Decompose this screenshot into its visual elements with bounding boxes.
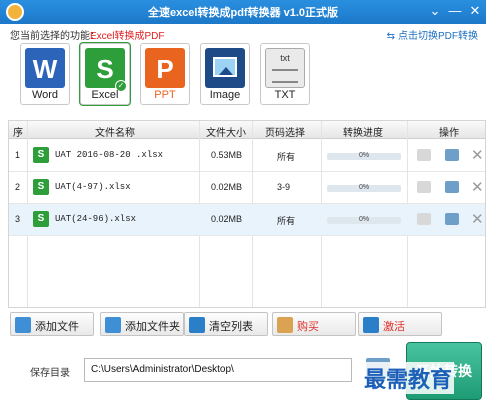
- window-title: 全速excel转换成pdf转换器 v1.0正式版: [147, 7, 339, 19]
- save-directory-field[interactable]: C:\Users\Administrator\Desktop\: [84, 358, 352, 382]
- delete-icon[interactable]: ✕: [471, 210, 485, 228]
- watermark-text: 最需教育: [362, 362, 455, 394]
- activate-arrow-icon: [363, 317, 379, 333]
- file-size: 0.02MB: [211, 182, 243, 192]
- file-name: UAT 2016-08-20 .xlsx: [55, 150, 164, 160]
- buy-button[interactable]: 购买: [272, 312, 356, 336]
- ppt-icon: P: [145, 48, 185, 88]
- excel-file-icon: S: [33, 179, 49, 195]
- format-label: Excel: [91, 89, 119, 101]
- activate-button[interactable]: 激活: [358, 312, 442, 336]
- progress-bar: 0%: [327, 216, 401, 224]
- row-index: 3: [15, 214, 21, 224]
- file-name: UAT(4-97).xlsx: [55, 182, 131, 192]
- word-icon: W: [25, 48, 65, 88]
- format-excel-button[interactable]: S ✓ Excel: [80, 43, 130, 105]
- printer-icon[interactable]: [417, 149, 431, 161]
- swap-arrows-icon: ⇆: [386, 31, 395, 42]
- column-header-pages: 页码选择: [265, 128, 305, 139]
- trash-bin-icon: [189, 317, 205, 333]
- file-size: 0.53MB: [211, 150, 243, 160]
- format-image-button[interactable]: Image: [200, 43, 250, 105]
- progress-text: 0%: [358, 216, 370, 223]
- page-range-field[interactable]: 3-9: [277, 182, 290, 192]
- excel-file-icon: S: [33, 211, 49, 227]
- close-button[interactable]: ✕: [466, 2, 484, 20]
- file-table: 序 文件名称 文件大小 页码选择 转换进度 操作 1 S UAT 2016-08-2…: [8, 120, 486, 308]
- format-txt-button[interactable]: txt TXT: [260, 43, 310, 105]
- title-bar: 全速excel转换成pdf转换器 v1.0正式版 ⌄ — ✕: [0, 0, 486, 24]
- image-icon: [205, 48, 245, 88]
- progress-text: 0%: [358, 184, 370, 191]
- mode-label: 您当前选择的功能：: [10, 31, 100, 42]
- table-row[interactable]: 2 S UAT(4-97).xlsx 0.02MB 3-9 0% ✕: [9, 172, 485, 204]
- menu-dropdown-icon[interactable]: ⌄: [426, 2, 444, 20]
- mode-value: Excel转换成PDF: [90, 31, 165, 42]
- column-header-progress: 转换进度: [343, 128, 383, 139]
- row-index: 1: [15, 150, 21, 160]
- delete-icon[interactable]: ✕: [471, 146, 485, 164]
- add-file-icon: [15, 317, 31, 333]
- minimize-button[interactable]: —: [446, 2, 464, 20]
- progress-bar: 0%: [327, 152, 401, 160]
- shopping-bag-icon: [277, 317, 293, 333]
- table-row[interactable]: 1 S UAT 2016-08-20 .xlsx 0.53MB 所有 0% ✕: [9, 140, 485, 172]
- format-word-button[interactable]: W Word: [20, 43, 70, 105]
- format-selector: W Word S ✓ Excel P PPT Image txt TXT: [20, 43, 320, 111]
- open-folder-icon[interactable]: [445, 213, 459, 225]
- progress-text: 0%: [358, 152, 370, 159]
- txt-icon: txt: [265, 48, 305, 88]
- page-range-field[interactable]: 所有: [277, 150, 295, 163]
- format-label: PPT: [154, 89, 176, 101]
- add-file-button[interactable]: 添加文件: [10, 312, 94, 336]
- column-header-index: 序: [13, 128, 23, 139]
- printer-icon[interactable]: [417, 181, 431, 193]
- file-name: UAT(24-96).xlsx: [55, 214, 137, 224]
- table-header: 序 文件名称 文件大小 页码选择 转换进度 操作: [9, 121, 485, 139]
- format-ppt-button[interactable]: P PPT: [140, 43, 190, 105]
- action-bar: 添加文件 添加文件夹 清空列表 购买 激活: [10, 312, 486, 338]
- excel-file-icon: S: [33, 147, 49, 163]
- save-directory-label: 保存目录: [30, 368, 70, 379]
- clear-list-button[interactable]: 清空列表: [184, 312, 268, 336]
- format-label: TXT: [274, 89, 296, 101]
- column-header-actions: 操作: [439, 128, 459, 139]
- add-folder-icon: [105, 317, 121, 333]
- progress-bar: 0%: [327, 184, 401, 192]
- file-size: 0.02MB: [211, 214, 243, 224]
- open-folder-icon[interactable]: [445, 149, 459, 161]
- open-folder-icon[interactable]: [445, 181, 459, 193]
- delete-icon[interactable]: ✕: [471, 178, 485, 196]
- row-index: 2: [15, 182, 21, 192]
- format-label: Word: [31, 89, 59, 101]
- page-range-field[interactable]: 所有: [277, 214, 295, 227]
- mode-bar: 您当前选择的功能： Excel转换成PDF ⇆ 点击切换PDF转换: [0, 24, 486, 42]
- switch-mode-label: 点击切换PDF转换: [398, 31, 478, 42]
- column-header-size: 文件大小: [206, 128, 246, 139]
- table-row[interactable]: 3 S UAT(24-96).xlsx 0.02MB 所有 0% ✕: [9, 204, 485, 236]
- switch-mode-link[interactable]: ⇆ 点击切换PDF转换: [387, 27, 478, 42]
- format-label: Image: [209, 89, 241, 101]
- add-folder-button[interactable]: 添加文件夹: [100, 312, 184, 336]
- column-header-name: 文件名称: [95, 128, 135, 139]
- printer-icon[interactable]: [417, 213, 431, 225]
